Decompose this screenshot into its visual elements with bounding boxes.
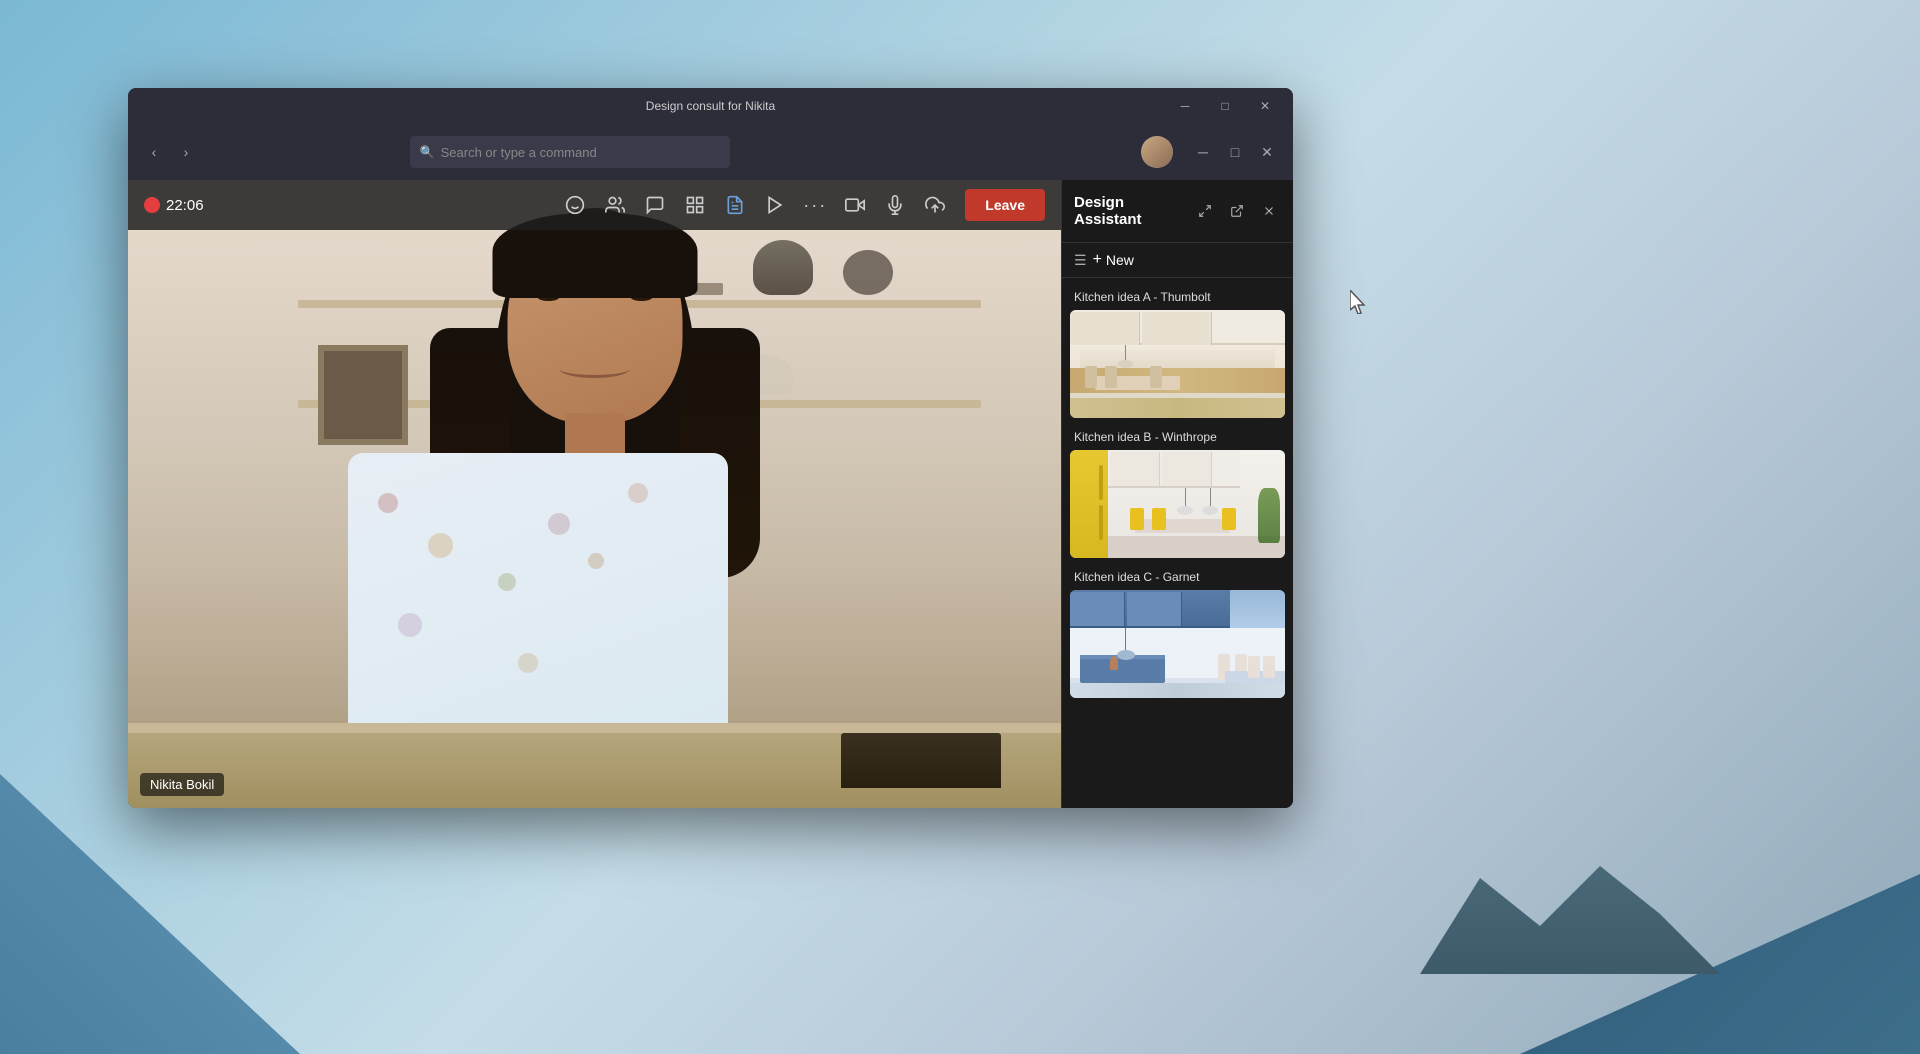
kitchen-thumbnail-c (1070, 590, 1285, 698)
plus-icon: + (1093, 251, 1102, 269)
teams-window: Design consult for Nikita ─ □ ✕ ‹ › 🔍 Se… (128, 88, 1293, 808)
participants-btn[interactable] (597, 187, 633, 223)
kitchen-item-a[interactable]: Kitchen idea A - Thumbolt (1070, 290, 1285, 418)
chat-btn[interactable] (637, 187, 673, 223)
teams-topbar: ‹ › 🔍 Search or type a command ─ □ ✕ (128, 124, 1293, 180)
panel-new-bar: ☰ + New (1062, 243, 1293, 278)
leave-btn[interactable]: Leave (965, 189, 1045, 221)
participant-name-label: Nikita Bokil (140, 773, 224, 796)
nav-arrows: ‹ › (140, 138, 200, 166)
new-btn[interactable]: + New (1093, 251, 1134, 269)
design-panel: Design Assistant (1061, 180, 1293, 808)
kitchen-item-b[interactable]: Kitchen idea B - Winthrope (1070, 430, 1285, 558)
panel-expand-btn[interactable] (1193, 199, 1217, 223)
panel-title: Design Assistant (1074, 194, 1185, 228)
nav-back-btn[interactable]: ‹ (140, 138, 168, 166)
mouse-cursor (1350, 290, 1370, 319)
video-feed: Nikita Bokil (128, 180, 1061, 808)
desk (128, 723, 1061, 808)
notes-btn[interactable] (717, 187, 753, 223)
topbar-minimize-btn[interactable]: ─ (1189, 138, 1217, 166)
meeting-timer: 22:06 (166, 197, 204, 214)
avatar[interactable] (1141, 136, 1173, 168)
reactions-btn[interactable] (557, 187, 593, 223)
kitchen-thumbnail-b (1070, 450, 1285, 558)
bg-mountains (1420, 854, 1720, 974)
topbar-maximize-btn[interactable]: □ (1221, 138, 1249, 166)
recording-indicator: 22:06 (144, 197, 204, 214)
kitchen-item-b-title: Kitchen idea B - Winthrope (1070, 430, 1285, 444)
laptop (841, 733, 1001, 788)
title-bar: Design consult for Nikita ─ □ ✕ (128, 88, 1293, 124)
nav-forward-btn[interactable]: › (172, 138, 200, 166)
panel-popout-btn[interactable] (1225, 199, 1249, 223)
panel-close-btn[interactable] (1257, 199, 1281, 223)
window-title: Design consult for Nikita (646, 99, 775, 113)
menu-icon[interactable]: ☰ (1074, 252, 1087, 269)
mic-btn[interactable] (877, 187, 913, 223)
camera-btn[interactable] (837, 187, 873, 223)
new-label: New (1106, 252, 1134, 268)
share-btn[interactable] (917, 187, 953, 223)
play-btn[interactable] (757, 187, 793, 223)
title-bar-controls: ─ □ ✕ (1169, 94, 1281, 118)
close-window-btn[interactable]: ✕ (1249, 94, 1281, 118)
search-icon: 🔍 (420, 145, 435, 159)
panel-content: Kitchen idea A - Thumbolt (1062, 278, 1293, 808)
search-bar[interactable]: 🔍 Search or type a command (410, 136, 730, 168)
maximize-window-btn[interactable]: □ (1209, 94, 1241, 118)
kitchen-item-a-title: Kitchen idea A - Thumbolt (1070, 290, 1285, 304)
rec-dot (144, 197, 160, 213)
video-area: 22:06 (128, 180, 1061, 808)
topbar-close-btn[interactable]: ✕ (1253, 138, 1281, 166)
minimize-window-btn[interactable]: ─ (1169, 94, 1201, 118)
rooms-btn[interactable] (677, 187, 713, 223)
kitchen-item-c-title: Kitchen idea C - Garnet (1070, 570, 1285, 584)
kitchen-thumbnail-a (1070, 310, 1285, 418)
kitchen-item-c[interactable]: Kitchen idea C - Garnet (1070, 570, 1285, 698)
meeting-controls-bar: 22:06 (128, 180, 1061, 230)
more-btn[interactable]: ··· (797, 187, 833, 223)
panel-header: Design Assistant (1062, 180, 1293, 243)
controls-right: ··· (557, 187, 1045, 223)
person-container (335, 180, 855, 808)
meeting-area: 22:06 (128, 180, 1293, 808)
avatar-image (1141, 136, 1173, 168)
search-text: Search or type a command (441, 145, 597, 160)
